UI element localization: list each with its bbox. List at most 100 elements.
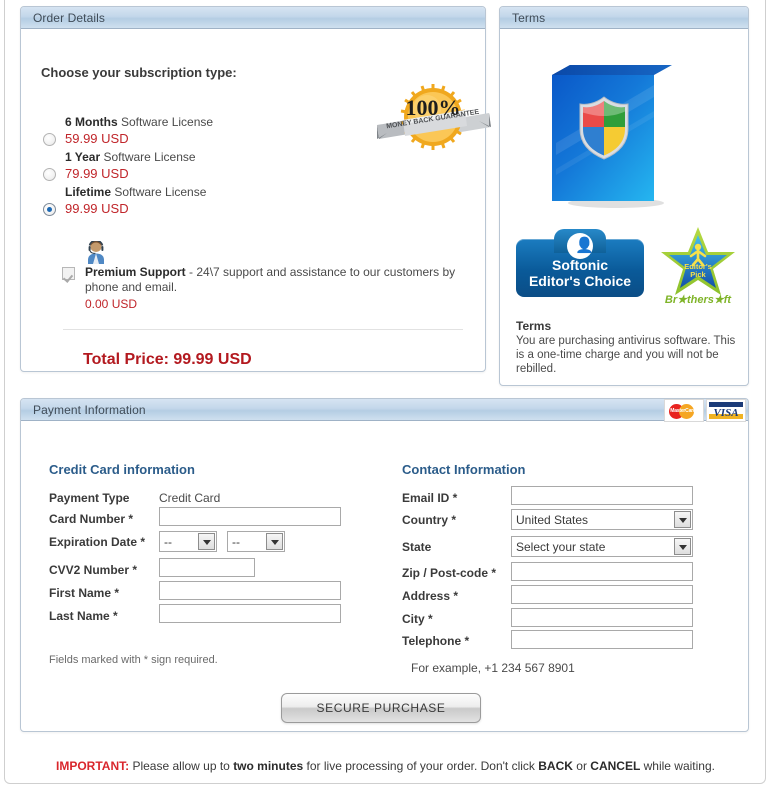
option-price: 59.99 USD [65, 131, 129, 146]
option-price: 99.99 USD [65, 201, 129, 216]
footer-text-3: or [572, 759, 591, 773]
state-label: State [402, 540, 432, 554]
accepted-card-logos: MasterCard VISA [664, 398, 746, 422]
subscription-option-label: 1 Year Software License [65, 150, 196, 164]
order-details-title: Order Details [33, 11, 105, 25]
radio-1-year[interactable] [43, 168, 56, 181]
contact-section-heading: Contact Information [402, 462, 526, 477]
required-fields-note: Fields marked with * sign required. [49, 654, 218, 666]
softonic-line-2: Editor's Choice [528, 273, 632, 289]
order-details-body: Choose your subscription type: 6 Months … [21, 29, 491, 371]
country-label: Country * [402, 513, 456, 527]
terms-title: Terms [512, 11, 546, 25]
softonic-editors-choice-badge: 👤 Softonic Editor's Choice [516, 229, 644, 297]
svg-text:Br★thers★ft: Br★thers★ft [665, 294, 733, 306]
svg-text:100%: 100% [406, 95, 461, 120]
state-select[interactable]: Select your state [511, 536, 693, 557]
expiration-month-value: -- [164, 535, 172, 549]
payment-type-label: Payment Type [49, 491, 130, 505]
premium-support-description: Premium Support - 24\7 support and assis… [85, 265, 489, 295]
visa-label: VISA [713, 406, 739, 419]
mastercard-logo: MasterCard [664, 398, 704, 422]
credit-card-section-heading: Credit Card information [49, 462, 195, 477]
premium-support-checkbox[interactable] [62, 267, 75, 280]
option-term: 1 Year [65, 150, 101, 164]
terms-body: 👤 Softonic Editor's Choice Editor's Pick… [500, 29, 748, 385]
expiration-date-label: Expiration Date * [49, 535, 146, 549]
order-details-panel: Order Details Choose your subscription t… [20, 6, 491, 372]
important-processing-note: IMPORTANT: Please allow up to two minute… [0, 759, 771, 773]
payment-information-title: Payment Information [33, 403, 146, 417]
secure-purchase-button[interactable]: SECURE PURCHASE [281, 693, 481, 723]
footer-bold-3: CANCEL [590, 759, 641, 773]
mastercard-label: MasterCard [670, 407, 696, 414]
address-input[interactable] [511, 585, 693, 604]
terms-panel: Terms 👤 Softonic Editor's Choice Editor'… [499, 6, 749, 386]
option-suffix: Software License [117, 115, 214, 129]
terms-body-text: You are purchasing antivirus software. T… [516, 335, 736, 375]
cvv2-input[interactable] [159, 558, 255, 577]
last-name-label: Last Name * [49, 609, 118, 623]
terms-header: Terms [500, 7, 748, 29]
payment-type-value: Credit Card [159, 491, 221, 505]
telephone-example-note: For example, +1 234 567 8901 [411, 661, 575, 675]
country-select[interactable]: United States [511, 509, 693, 530]
email-id-input[interactable] [511, 486, 693, 505]
cvv2-label: CVV2 Number * [49, 563, 138, 577]
option-term: 6 Months [65, 115, 118, 129]
payment-information-body: Credit Card information Contact Informat… [21, 421, 748, 731]
premium-support-title: Premium Support [85, 265, 186, 279]
zip-label: Zip / Post-code * [402, 566, 497, 580]
subscription-prompt: Choose your subscription type: [41, 65, 237, 80]
svg-text:Pick: Pick [690, 270, 706, 279]
premium-support-price: 0.00 USD [85, 297, 138, 311]
total-price-label: Total Price: [83, 351, 169, 368]
chevron-down-icon[interactable] [674, 538, 691, 555]
support-agent-icon [85, 239, 107, 265]
telephone-label: Telephone * [402, 634, 470, 648]
total-price: Total Price: 99.99 USD [83, 351, 252, 369]
visa-logo: VISA [706, 398, 746, 422]
option-price: 79.99 USD [65, 166, 129, 181]
subscription-option-label: Lifetime Software License [65, 185, 206, 199]
subscription-option-label: 6 Months Software License [65, 115, 213, 129]
option-suffix: Software License [111, 185, 207, 199]
option-suffix: Software License [100, 150, 196, 164]
city-label: City * [402, 612, 433, 626]
country-value: United States [516, 513, 589, 527]
money-back-guarantee-seal: MONEY BACK GUARANTEE 100% [373, 83, 493, 155]
state-value: Select your state [516, 540, 606, 554]
email-id-label: Email ID * [402, 491, 458, 505]
softonic-person-icon: 👤 [575, 237, 594, 254]
payment-information-header: Payment Information MasterCard VISA [21, 398, 748, 422]
divider [63, 329, 463, 330]
chevron-down-icon[interactable] [674, 511, 691, 528]
brothersoft-editors-pick-badge: Editor's Pick Br★thers★ft [658, 225, 738, 309]
last-name-input[interactable] [159, 604, 341, 623]
option-term: Lifetime [65, 185, 112, 199]
expiration-year-select[interactable]: -- [227, 531, 285, 552]
telephone-input[interactable] [511, 630, 693, 649]
softonic-line-1: Softonic [552, 257, 608, 273]
radio-lifetime[interactable] [43, 203, 56, 216]
city-input[interactable] [511, 608, 693, 627]
footer-bold-2: BACK [538, 759, 573, 773]
zip-input[interactable] [511, 562, 693, 581]
total-price-value: 99.99 USD [173, 351, 252, 368]
important-label: IMPORTANT: [56, 759, 130, 773]
terms-body-heading: Terms [516, 319, 552, 333]
expiration-month-select[interactable]: -- [159, 531, 217, 552]
expiration-year-value: -- [232, 535, 240, 549]
radio-6-months[interactable] [43, 133, 56, 146]
first-name-label: First Name * [49, 586, 120, 600]
chevron-down-icon[interactable] [198, 533, 215, 550]
card-number-input[interactable] [159, 507, 341, 526]
first-name-input[interactable] [159, 581, 341, 600]
footer-text-2: for live processing of your order. Don't… [303, 759, 539, 773]
payment-information-panel: Payment Information MasterCard VISA Cred… [20, 398, 749, 732]
antivirus-software-box-shield [536, 51, 688, 213]
footer-bold-1: two minutes [233, 759, 304, 773]
address-label: Address * [402, 589, 459, 603]
chevron-down-icon[interactable] [266, 533, 283, 550]
card-number-label: Card Number * [49, 512, 134, 526]
